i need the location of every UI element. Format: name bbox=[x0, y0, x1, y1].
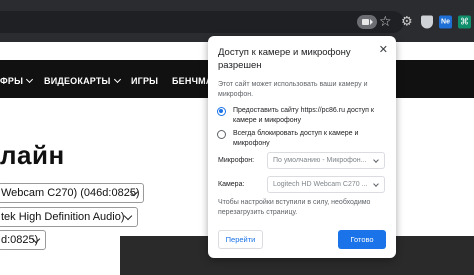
popup-description: Этот сайт может использовать ваши камеру… bbox=[218, 81, 368, 98]
address-bar[interactable] bbox=[0, 11, 404, 33]
chevron-down-icon bbox=[26, 75, 34, 84]
allow-option[interactable]: Предоставить сайту https://pc86.ru досту… bbox=[217, 106, 383, 126]
extension-puzzle-icon[interactable]: ⌘ bbox=[458, 15, 471, 29]
block-option-label: Всегда блокировать доступ к камере и мик… bbox=[233, 130, 359, 147]
allow-option-label: Предоставить сайту https://pc86.ru досту… bbox=[233, 107, 374, 124]
microphone-label: Микрофон: bbox=[218, 157, 255, 164]
audio-device-select[interactable]: tek High Definition Audio) bbox=[0, 207, 138, 227]
microphone-select[interactable]: По умолчанию - Микрофон... bbox=[267, 152, 385, 169]
camera-in-use-icon[interactable] bbox=[357, 15, 377, 29]
popup-title: Доступ к камере и микрофону разрешен bbox=[218, 47, 351, 71]
chevron-down-icon bbox=[373, 181, 379, 187]
nav-item-fry[interactable]: ФРЫ bbox=[0, 75, 34, 86]
nav-item-label: ВИДЕОКАРТЫ bbox=[44, 76, 111, 86]
camera-label: Камера: bbox=[218, 181, 245, 188]
camera-permission-popup: Доступ к камере и микрофону разрешен ✕ Э… bbox=[208, 36, 396, 258]
select-value: tek High Definition Audio) bbox=[1, 211, 125, 223]
manage-button[interactable]: Перейти bbox=[218, 230, 263, 249]
close-icon[interactable]: ✕ bbox=[379, 43, 388, 56]
device-select[interactable]: d:0825) bbox=[0, 230, 46, 250]
camera-select[interactable]: Logitech HD Webcam C270 ... bbox=[267, 176, 385, 193]
nav-item-games[interactable]: ИГРЫ bbox=[131, 76, 158, 86]
block-option[interactable]: Всегда блокировать доступ к камере и мик… bbox=[217, 129, 383, 149]
select-value: Webcam C270) (046d:0825) bbox=[1, 187, 140, 199]
nav-item-label: ФРЫ bbox=[0, 76, 24, 86]
nav-item-bench[interactable]: БЕНЧМА bbox=[172, 76, 213, 86]
nav-item-label: ИГРЫ bbox=[131, 76, 159, 86]
camera-device-select[interactable]: Webcam C270) (046d:0825) bbox=[0, 183, 144, 203]
star-icon[interactable]: ☆ bbox=[379, 14, 392, 30]
radio-checked-icon[interactable] bbox=[217, 107, 226, 116]
page-title: лайн bbox=[0, 140, 65, 170]
microphone-value: По умолчанию - Микрофон... bbox=[273, 157, 367, 164]
chevron-down-icon bbox=[113, 75, 121, 84]
done-button[interactable]: Готово bbox=[338, 230, 386, 249]
chevron-down-icon bbox=[123, 211, 133, 221]
shield-extension-icon[interactable] bbox=[421, 15, 433, 29]
chevron-down-icon bbox=[373, 157, 379, 163]
radio-unchecked-icon[interactable] bbox=[217, 130, 226, 139]
extension-icon[interactable]: ⚙ bbox=[401, 15, 413, 30]
reload-note: Чтобы настройки вступили в силу, необход… bbox=[218, 199, 371, 216]
extension-box-icon[interactable]: Ne bbox=[439, 15, 452, 29]
camera-value: Logitech HD Webcam C270 ... bbox=[273, 181, 368, 188]
nav-item-label: БЕНЧМА bbox=[172, 76, 213, 86]
nav-item-videocards[interactable]: ВИДЕОКАРТЫ bbox=[44, 75, 121, 86]
